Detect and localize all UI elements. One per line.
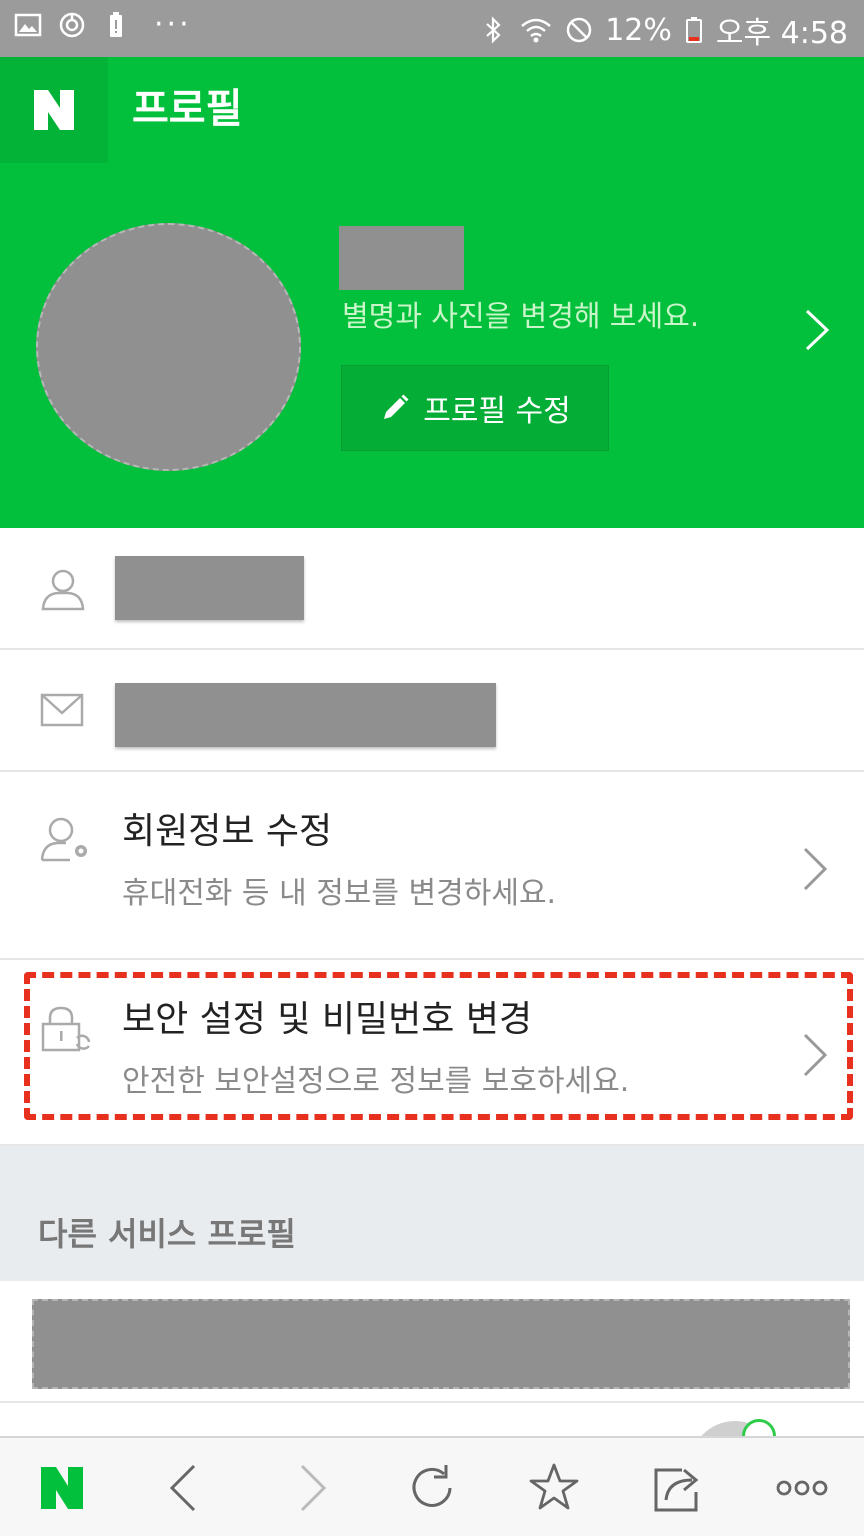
nickname-redacted bbox=[339, 226, 464, 290]
chevron-right-icon bbox=[803, 1033, 828, 1077]
profile-header[interactable]: 별명과 사진을 변경해 보세요. 프로필 수정 bbox=[0, 163, 864, 528]
service-profile-row-partial[interactable] bbox=[0, 1403, 864, 1436]
battery-saver-icon bbox=[110, 12, 122, 37]
profile-subtitle: 별명과 사진을 변경해 보세요. bbox=[342, 299, 700, 333]
more-button[interactable] bbox=[774, 1460, 830, 1516]
bookmark-star-icon bbox=[529, 1463, 579, 1510]
naver-logo-icon bbox=[34, 90, 74, 130]
check-badge-icon bbox=[742, 1419, 776, 1436]
service-profile-row[interactable] bbox=[0, 1281, 864, 1403]
forward-icon bbox=[300, 1464, 327, 1512]
edit-profile-button[interactable]: 프로필 수정 bbox=[341, 365, 609, 451]
lock-refresh-icon bbox=[41, 1006, 91, 1052]
app-bar: 프로필 bbox=[0, 57, 864, 163]
battery-low-icon bbox=[685, 17, 702, 43]
back-button[interactable] bbox=[156, 1460, 212, 1516]
user-settings-icon bbox=[40, 817, 87, 862]
share-button[interactable] bbox=[650, 1460, 706, 1516]
browser-toolbar bbox=[0, 1436, 864, 1536]
security-desc: 안전한 보안설정으로 정보를 보호하세요. bbox=[122, 1064, 630, 1099]
sync-icon bbox=[59, 12, 85, 38]
member-info-desc: 휴대전화 등 내 정보를 변경하세요. bbox=[122, 876, 557, 911]
edit-profile-label: 프로필 수정 bbox=[423, 394, 571, 429]
image-icon bbox=[14, 13, 42, 37]
battery-percent: 12% bbox=[605, 12, 672, 48]
section-label: 다른 서비스 프로필 bbox=[38, 1215, 296, 1253]
chevron-right-icon[interactable] bbox=[804, 308, 830, 352]
bookmark-button[interactable] bbox=[526, 1460, 582, 1516]
more-dots-icon: ··· bbox=[154, 7, 192, 42]
naver-home-icon bbox=[41, 1467, 83, 1509]
naver-home-button[interactable] bbox=[34, 1460, 90, 1516]
forward-button[interactable] bbox=[284, 1460, 340, 1516]
status-bar-right: 12% 오후 4:58 bbox=[479, 8, 848, 52]
mail-icon bbox=[40, 693, 84, 727]
back-icon bbox=[169, 1464, 196, 1512]
service-profile-redacted bbox=[32, 1299, 850, 1389]
email-row bbox=[0, 650, 864, 772]
pencil-icon bbox=[384, 394, 409, 419]
chevron-right-icon bbox=[803, 847, 828, 891]
naver-logo-button[interactable] bbox=[0, 57, 108, 163]
avatar[interactable] bbox=[36, 223, 301, 471]
clock: 오후 4:58 bbox=[715, 16, 848, 51]
member-info-title: 회원정보 수정 bbox=[122, 811, 333, 852]
security-settings-row[interactable]: 보안 설정 및 비밀번호 변경 안전한 보안설정으로 정보를 보호하세요. bbox=[0, 960, 864, 1146]
status-bar-left: ··· bbox=[14, 10, 192, 40]
share-icon bbox=[654, 1468, 699, 1512]
do-not-disturb-icon bbox=[566, 17, 592, 43]
user-id-redacted bbox=[115, 556, 304, 620]
refresh-icon bbox=[412, 1465, 452, 1507]
other-services-header: 다른 서비스 프로필 bbox=[0, 1146, 864, 1281]
member-info-row[interactable]: 회원정보 수정 휴대전화 등 내 정보를 변경하세요. bbox=[0, 772, 864, 960]
more-icon bbox=[776, 1480, 828, 1496]
refresh-button[interactable] bbox=[404, 1460, 460, 1516]
wifi-icon bbox=[521, 18, 552, 43]
bluetooth-icon bbox=[486, 16, 501, 44]
user-id-row bbox=[0, 528, 864, 650]
security-title: 보안 설정 및 비밀번호 변경 bbox=[122, 999, 533, 1040]
page-title: 프로필 bbox=[132, 86, 243, 132]
user-icon bbox=[41, 569, 85, 611]
email-redacted bbox=[115, 683, 496, 747]
status-bar: ··· 12% 오후 4:58 bbox=[0, 0, 864, 57]
